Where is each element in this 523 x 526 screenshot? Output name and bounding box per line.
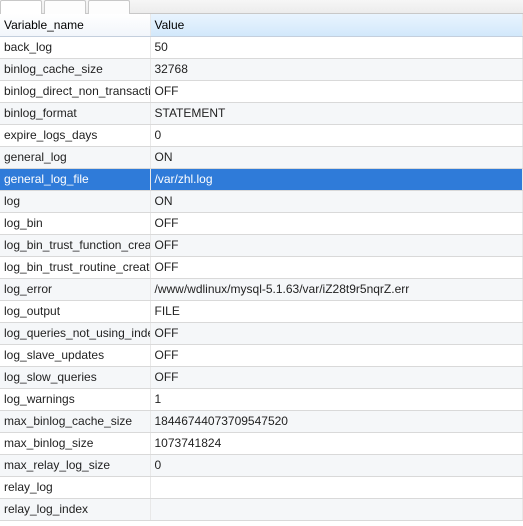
table-row[interactable]: max_relay_log_size0 bbox=[0, 454, 523, 476]
table-row[interactable]: relay_log_index bbox=[0, 498, 523, 520]
variable-name-cell: log_error bbox=[0, 278, 150, 300]
table-row[interactable]: general_logON bbox=[0, 146, 523, 168]
table-row[interactable]: binlog_direct_non_transactional_updatesO… bbox=[0, 80, 523, 102]
variable-name-cell: general_log_file bbox=[0, 168, 150, 190]
variable-value-cell: 32768 bbox=[150, 58, 523, 80]
column-header-value[interactable]: Value bbox=[150, 14, 523, 36]
variable-value-cell: STATEMENT bbox=[150, 102, 523, 124]
variable-name-cell: log_warnings bbox=[0, 388, 150, 410]
variable-name-cell: max_relay_log_size bbox=[0, 454, 150, 476]
variable-value-cell: 50 bbox=[150, 36, 523, 58]
variable-name-cell: binlog_direct_non_transactional_updates bbox=[0, 80, 150, 102]
variable-name-cell: max_binlog_cache_size bbox=[0, 410, 150, 432]
variable-value-cell: OFF bbox=[150, 212, 523, 234]
table-row[interactable]: logON bbox=[0, 190, 523, 212]
variable-value-cell bbox=[150, 476, 523, 498]
variable-value-cell: ON bbox=[150, 146, 523, 168]
variable-value-cell: OFF bbox=[150, 80, 523, 102]
table-row[interactable]: log_error/www/wdlinux/mysql-5.1.63/var/i… bbox=[0, 278, 523, 300]
variable-value-cell: /var/zhl.log bbox=[150, 168, 523, 190]
variable-value-cell: 0 bbox=[150, 454, 523, 476]
tab[interactable] bbox=[88, 0, 130, 14]
variable-name-cell: relay_log_index bbox=[0, 498, 150, 520]
table-row[interactable]: log_binOFF bbox=[0, 212, 523, 234]
variable-name-cell: log_bin_trust_routine_creators bbox=[0, 256, 150, 278]
table-row[interactable]: log_outputFILE bbox=[0, 300, 523, 322]
variable-name-cell: general_log bbox=[0, 146, 150, 168]
tab[interactable] bbox=[0, 0, 42, 14]
table-row[interactable]: relay_log bbox=[0, 476, 523, 498]
variable-value-cell: OFF bbox=[150, 234, 523, 256]
variable-value-cell: ON bbox=[150, 190, 523, 212]
variable-name-cell: log_bin bbox=[0, 212, 150, 234]
table-row[interactable]: log_queries_not_using_indexesOFF bbox=[0, 322, 523, 344]
variable-name-cell: log_bin_trust_function_creators bbox=[0, 234, 150, 256]
table-row[interactable]: log_warnings1 bbox=[0, 388, 523, 410]
variable-value-cell: /www/wdlinux/mysql-5.1.63/var/iZ28t9r5nq… bbox=[150, 278, 523, 300]
variable-value-cell: 18446744073709547520 bbox=[150, 410, 523, 432]
variable-value-cell: FILE bbox=[150, 300, 523, 322]
variable-name-cell: log bbox=[0, 190, 150, 212]
variable-value-cell: 1073741824 bbox=[150, 432, 523, 454]
variable-value-cell: 0 bbox=[150, 124, 523, 146]
column-header-variable-name[interactable]: Variable_name bbox=[0, 14, 150, 36]
variable-name-cell: log_slave_updates bbox=[0, 344, 150, 366]
table-row[interactable]: log_bin_trust_function_creatorsOFF bbox=[0, 234, 523, 256]
table-row[interactable]: binlog_formatSTATEMENT bbox=[0, 102, 523, 124]
variable-name-cell: binlog_format bbox=[0, 102, 150, 124]
table-row[interactable]: log_bin_trust_routine_creatorsOFF bbox=[0, 256, 523, 278]
variable-value-cell: OFF bbox=[150, 344, 523, 366]
variable-name-cell: binlog_cache_size bbox=[0, 58, 150, 80]
tab-strip bbox=[0, 0, 523, 14]
variable-value-cell bbox=[150, 498, 523, 520]
table-row[interactable]: general_log_file/var/zhl.log bbox=[0, 168, 523, 190]
variable-name-cell: max_binlog_size bbox=[0, 432, 150, 454]
tab[interactable] bbox=[44, 0, 86, 14]
table-row[interactable]: back_log50 bbox=[0, 36, 523, 58]
variable-value-cell: OFF bbox=[150, 256, 523, 278]
table-row[interactable]: log_slow_queriesOFF bbox=[0, 366, 523, 388]
variable-name-cell: relay_log bbox=[0, 476, 150, 498]
table-row[interactable]: expire_logs_days0 bbox=[0, 124, 523, 146]
variable-name-cell: expire_logs_days bbox=[0, 124, 150, 146]
variable-name-cell: log_output bbox=[0, 300, 150, 322]
table-row[interactable]: log_slave_updatesOFF bbox=[0, 344, 523, 366]
variable-value-cell: 1 bbox=[150, 388, 523, 410]
table-row[interactable]: max_binlog_size1073741824 bbox=[0, 432, 523, 454]
table-row[interactable]: binlog_cache_size32768 bbox=[0, 58, 523, 80]
variable-value-cell: OFF bbox=[150, 322, 523, 344]
table-row[interactable]: max_binlog_cache_size1844674407370954752… bbox=[0, 410, 523, 432]
variable-name-cell: log_slow_queries bbox=[0, 366, 150, 388]
variable-value-cell: OFF bbox=[150, 366, 523, 388]
table-header-row: Variable_name Value bbox=[0, 14, 523, 36]
variable-name-cell: back_log bbox=[0, 36, 150, 58]
variables-table: Variable_name Value back_log50binlog_cac… bbox=[0, 14, 523, 521]
variable-name-cell: log_queries_not_using_indexes bbox=[0, 322, 150, 344]
